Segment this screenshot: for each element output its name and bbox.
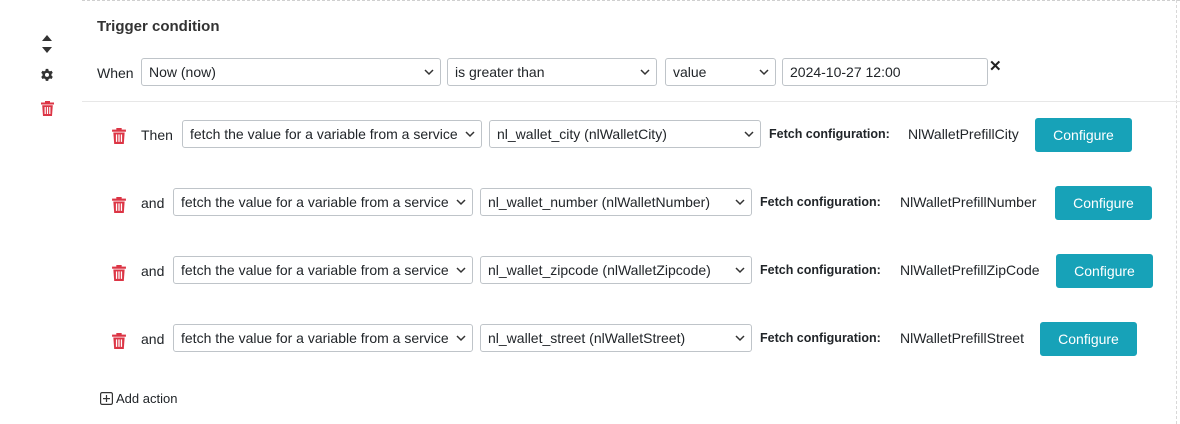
action-type-value: fetch the value for a variable from a se… xyxy=(181,262,449,278)
delete-rule-trash-icon[interactable] xyxy=(38,99,56,117)
action-connector: and xyxy=(141,331,165,347)
rule-frame-top xyxy=(82,0,1180,4)
section-divider xyxy=(82,101,1180,102)
fetch-configuration-value: NlWalletPrefillZipCode xyxy=(900,262,1040,278)
chevron-down-icon xyxy=(735,199,745,206)
fetch-configuration-label: Fetch configuration: xyxy=(760,263,881,277)
when-label: When xyxy=(97,65,134,81)
condition-value-input[interactable]: 2024-10-27 12:00 xyxy=(782,58,988,86)
action-connector: Then xyxy=(141,127,173,143)
fetch-configuration-label: Fetch configuration: xyxy=(760,331,881,345)
delete-action-trash-icon[interactable] xyxy=(112,265,126,281)
chevron-down-icon xyxy=(735,335,745,342)
fetch-configuration-label: Fetch configuration: xyxy=(769,127,890,141)
delete-action-trash-icon[interactable] xyxy=(112,197,126,213)
condition-field-value: Now (now) xyxy=(149,64,216,80)
action-type-value: fetch the value for a variable from a se… xyxy=(190,126,458,142)
fetch-configuration-value: NlWalletPrefillStreet xyxy=(900,330,1024,346)
chevron-down-icon xyxy=(735,267,745,274)
condition-type-select[interactable]: value xyxy=(665,58,776,86)
add-action-link[interactable]: Add action xyxy=(100,391,177,406)
delete-action-trash-icon[interactable] xyxy=(112,128,126,144)
action-variable-value: nl_wallet_city (nlWalletCity) xyxy=(497,126,667,142)
configure-button[interactable]: Configure xyxy=(1056,254,1153,288)
sort-icon[interactable] xyxy=(38,32,56,56)
action-connector: and xyxy=(141,195,165,211)
chevron-down-icon xyxy=(456,199,466,206)
action-type-select[interactable]: fetch the value for a variable from a se… xyxy=(173,188,473,216)
fetch-configuration-value: NlWalletPrefillNumber xyxy=(900,194,1037,210)
configure-button[interactable]: Configure xyxy=(1035,118,1132,152)
configure-button[interactable]: Configure xyxy=(1040,322,1137,356)
action-variable-value: nl_wallet_zipcode (nlWalletZipcode) xyxy=(488,262,711,278)
fetch-configuration-value: NlWalletPrefillCity xyxy=(908,126,1019,142)
chevron-down-icon xyxy=(465,131,475,138)
fetch-configuration-label: Fetch configuration: xyxy=(760,195,881,209)
action-connector: and xyxy=(141,263,165,279)
condition-operator-select[interactable]: is greater than xyxy=(447,58,657,86)
action-variable-select[interactable]: nl_wallet_city (nlWalletCity) xyxy=(489,120,761,148)
chevron-down-icon xyxy=(744,131,754,138)
action-type-select[interactable]: fetch the value for a variable from a se… xyxy=(182,120,482,148)
chevron-down-icon xyxy=(456,335,466,342)
section-title: Trigger condition xyxy=(97,18,220,35)
action-type-value: fetch the value for a variable from a se… xyxy=(181,330,449,346)
rule-frame-right xyxy=(1176,0,1177,424)
condition-field-select[interactable]: Now (now) xyxy=(141,58,441,86)
chevron-down-icon xyxy=(456,267,466,274)
chevron-down-icon xyxy=(424,69,434,76)
rule-toolbar xyxy=(0,0,82,424)
gear-icon[interactable] xyxy=(38,66,56,84)
action-type-select[interactable]: fetch the value for a variable from a se… xyxy=(173,256,473,284)
plus-square-icon xyxy=(100,392,113,405)
action-variable-select[interactable]: nl_wallet_number (nlWalletNumber) xyxy=(480,188,752,216)
chevron-down-icon xyxy=(759,69,769,76)
action-type-value: fetch the value for a variable from a se… xyxy=(181,194,449,210)
action-variable-select[interactable]: nl_wallet_street (nlWalletStreet) xyxy=(480,324,752,352)
action-variable-select[interactable]: nl_wallet_zipcode (nlWalletZipcode) xyxy=(480,256,752,284)
configure-button[interactable]: Configure xyxy=(1055,186,1152,220)
condition-operator-value: is greater than xyxy=(455,64,545,80)
remove-condition-close-icon[interactable]: ✕ xyxy=(989,59,1002,75)
condition-type-value: value xyxy=(673,64,707,80)
action-variable-value: nl_wallet_street (nlWalletStreet) xyxy=(488,330,686,346)
action-type-select[interactable]: fetch the value for a variable from a se… xyxy=(173,324,473,352)
add-action-label: Add action xyxy=(116,391,178,406)
action-variable-value: nl_wallet_number (nlWalletNumber) xyxy=(488,194,711,210)
delete-action-trash-icon[interactable] xyxy=(112,333,126,349)
chevron-down-icon xyxy=(640,69,650,76)
